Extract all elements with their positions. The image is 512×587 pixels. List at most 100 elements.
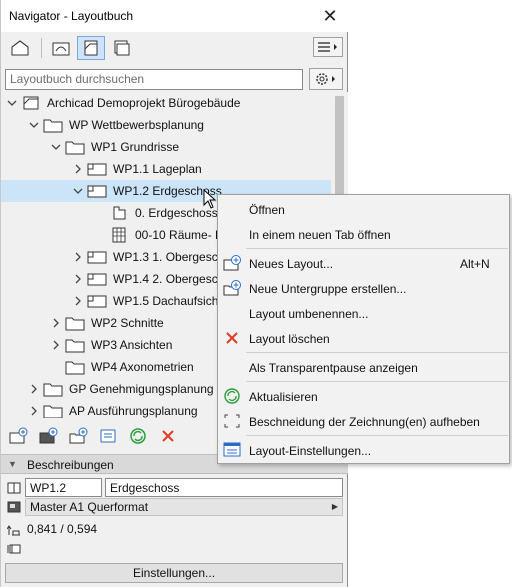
new-subset-button[interactable] [67,426,89,446]
folder-icon [43,117,63,133]
layout-sheet-icon [87,249,107,265]
delete-button[interactable] [157,426,179,446]
layout-size: 0,841 / 0,594 [27,522,98,536]
expand-chevron-icon[interactable] [51,318,61,328]
menu-item-label: Neue Untergruppe erstellen... [249,282,407,296]
layout-settings-button[interactable] [97,426,119,446]
collapse-chevron-icon[interactable] [7,98,17,108]
menu-separator [246,381,508,382]
collapse-chevron-icon[interactable] [29,120,39,130]
tree-item-wp1-1-lageplan[interactable]: WP1.1 Lageplan [1,158,331,180]
layout-settings-icon [222,441,242,459]
layout-id-icon [6,480,22,496]
table-icon [109,227,129,243]
layout-sheet-icon [87,161,107,177]
menu-item-aktualisieren[interactable]: Aktualisieren [218,384,509,408]
folder-icon [65,139,85,155]
tree-item-label: WP1 Grundrisse [91,140,180,154]
tree-item-label: Archicad Demoprojekt Bürogebäude [47,96,241,110]
menu-item-beschneidung-der-zeichnung-en-aufheben[interactable]: Beschneidung der Zeichnung(en) aufheben [218,409,509,433]
collapse-arrow-icon[interactable]: ▼ [8,459,17,469]
search-box[interactable] [5,69,303,90]
collapse-chevron-icon[interactable] [73,186,83,196]
layout-id-field[interactable]: WP1.2 [25,478,102,497]
drawing-icon [109,205,129,221]
search-options-button[interactable] [309,68,343,90]
delete-icon [162,430,174,442]
layout-book-icon [21,95,41,111]
tree-item-label: WP1.5 Dachaufsicht [113,294,222,308]
view-map-icon [52,42,70,56]
expand-chevron-icon[interactable] [73,296,83,306]
new-layout-icon [222,254,242,272]
menu-item-layout-löschen[interactable]: Layout löschen [218,326,509,350]
menu-item-label: Öffnen [249,203,285,217]
menu-item-layout-umbenennen[interactable]: Layout umbenennen... [218,301,509,325]
hamburger-menu-icon [318,42,337,52]
close-icon[interactable]: ✕ [319,6,341,26]
master-layout-select[interactable]: Master A1 Querformat ▶ [25,498,343,516]
tree-item-label: WP Wettbewerbsplanung [69,118,204,132]
expand-chevron-icon[interactable] [51,340,61,350]
master-layout-value: Master A1 Querformat [30,500,149,514]
tree-item-label: WP4 Axonometrien [91,360,194,374]
settings-button[interactable]: Einstellungen... [5,563,343,583]
menu-item-label: In einem neuen Tab öffnen [249,228,391,242]
dropdown-arrow-icon: ▶ [331,502,338,511]
search-input[interactable] [10,72,298,86]
tree-item-wp1-grundrisse[interactable]: WP1 Grundrisse [1,136,331,158]
publisher-sets-button[interactable] [107,36,135,60]
menu-item-als-transparentpause-anzeigen[interactable]: Als Transparentpause anzeigen [218,355,509,379]
menu-item-label: Beschneidung der Zeichnung(en) aufheben [249,415,480,429]
project-map-icon [11,40,29,56]
title-bar: Navigator - Layoutbuch ✕ [1,0,348,32]
menu-item-öffnen[interactable]: Öffnen [218,197,509,221]
folder-icon [65,315,85,331]
tree-item-label: GP Genehmigungsplanung [69,382,214,396]
expand-chevron-icon[interactable] [73,164,83,174]
publisher-sets-icon [114,40,130,56]
menu-item-neue-untergruppe-erstellen[interactable]: Neue Untergruppe erstellen... [218,276,509,300]
layout-book-button[interactable] [77,36,105,60]
menu-item-label: Aktualisieren [249,390,318,404]
layout-sheet-icon [87,183,107,199]
folder-icon [43,403,63,418]
expand-chevron-icon[interactable] [29,406,39,416]
navigator-menu-button[interactable] [313,37,343,57]
layout-sheet-icon [87,271,107,287]
window-title: Navigator - Layoutbuch [9,9,134,23]
menu-item-layout-einstellungen[interactable]: Layout-Einstellungen... [218,438,509,462]
menu-item-label: Layout-Einstellungen... [249,444,372,458]
section-title: Beschreibungen [27,458,114,472]
mouse-cursor-icon [203,189,217,209]
view-map-button[interactable] [47,36,75,60]
folder-icon [43,381,63,397]
layout-settings-icon [100,429,116,443]
folder-icon [65,359,85,375]
context-menu: Öffnen In einem neuen Tab öffnen Neues Lay… [217,194,510,464]
new-master-icon [39,427,58,444]
menu-item-label: Layout umbenennen... [249,307,369,321]
expand-chevron-icon[interactable] [73,252,83,262]
menu-item-in-einem-neuen-tab-öffnen[interactable]: In einem neuen Tab öffnen [218,222,509,246]
collapse-chevron-icon[interactable] [51,142,61,152]
layout-name-field[interactable]: Erdgeschoss [105,478,343,497]
drawing-info-icon [6,542,22,556]
expand-chevron-icon[interactable] [29,384,39,394]
menu-item-label: Neues Layout... [249,257,334,271]
expand-chevron-icon[interactable] [73,274,83,284]
new-layout-button[interactable] [7,426,29,446]
layout-sheet-icon [87,293,107,309]
tree-item-label: WP3 Ansichten [91,338,173,352]
master-icon [6,500,22,514]
project-map-button[interactable] [6,36,34,60]
refresh-icon [130,428,146,444]
gear-icon [316,73,335,85]
tree-item-archicad-demoprojekt-bürogebäude[interactable]: Archicad Demoprojekt Bürogebäude [1,92,331,114]
menu-item-shortcut: Alt+N [460,257,490,271]
refresh-button[interactable] [127,426,149,446]
tree-item-wp-wettbewerbsplanung[interactable]: WP Wettbewerbsplanung [1,114,331,136]
new-master-button[interactable] [37,426,59,446]
menu-item-neues-layout[interactable]: Neues Layout... Alt+N [218,251,509,275]
menu-separator [246,248,508,249]
